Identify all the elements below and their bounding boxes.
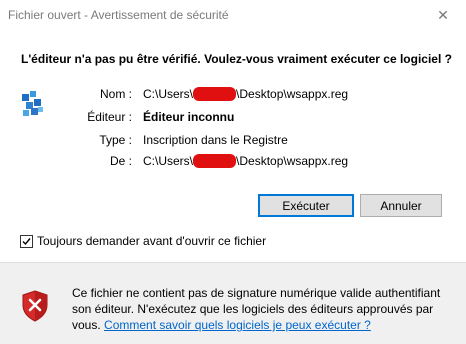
name-label: Nom : xyxy=(99,87,132,101)
security-warning-dialog: Fichier ouvert - Avertissement de sécuri… xyxy=(0,0,466,344)
window-title: Fichier ouvert - Avertissement de sécuri… xyxy=(8,8,229,22)
from-value-prefix: C:\Users\ xyxy=(143,154,194,168)
close-button[interactable]: ✕ xyxy=(420,0,466,30)
warning-footer: Ce fichier ne contient pas de signature … xyxy=(0,262,466,344)
always-ask-label: Toujours demander avant d'ouvrir ce fich… xyxy=(37,234,267,248)
type-value: Inscription dans le Registre xyxy=(143,133,288,147)
publisher-label: Éditeur : xyxy=(87,110,132,124)
name-row: Nom : C:\Users\ \Desktop\wsappx.reg xyxy=(0,87,466,103)
publisher-value: Éditeur inconnu xyxy=(143,110,235,124)
checkmark-icon xyxy=(22,237,31,245)
type-label: Type : xyxy=(99,133,132,147)
from-row: De : C:\Users\ \Desktop\wsappx.reg xyxy=(0,154,466,170)
from-label: De : xyxy=(109,154,132,168)
redaction-mark xyxy=(193,154,237,168)
name-value-prefix: C:\Users\ xyxy=(143,87,194,101)
title-bar: Fichier ouvert - Avertissement de sécuri… xyxy=(0,0,466,30)
help-link[interactable]: Comment savoir quels logiciels je peux e… xyxy=(104,318,371,332)
redaction-mark xyxy=(193,87,237,101)
close-icon: ✕ xyxy=(437,6,449,23)
from-value-suffix: \Desktop\wsappx.reg xyxy=(236,154,349,168)
type-row: Type : Inscription dans le Registre xyxy=(0,133,466,149)
cancel-button[interactable]: Annuler xyxy=(360,194,442,217)
from-value: C:\Users\ \Desktop\wsappx.reg xyxy=(143,154,348,168)
publisher-row: Éditeur : Éditeur inconnu xyxy=(0,110,466,126)
always-ask-checkbox[interactable] xyxy=(20,234,33,248)
name-value: C:\Users\ \Desktop\wsappx.reg xyxy=(143,87,348,101)
always-ask-option[interactable]: Toujours demander avant d'ouvrir ce fich… xyxy=(20,234,266,248)
security-shield-error-icon xyxy=(22,290,48,322)
dialog-question: L'éditeur n'a pas pu être vérifié. Voule… xyxy=(21,52,452,66)
name-value-suffix: \Desktop\wsappx.reg xyxy=(236,87,349,101)
warning-message: Ce fichier ne contient pas de signature … xyxy=(72,285,452,333)
run-button[interactable]: Exécuter xyxy=(258,194,354,217)
